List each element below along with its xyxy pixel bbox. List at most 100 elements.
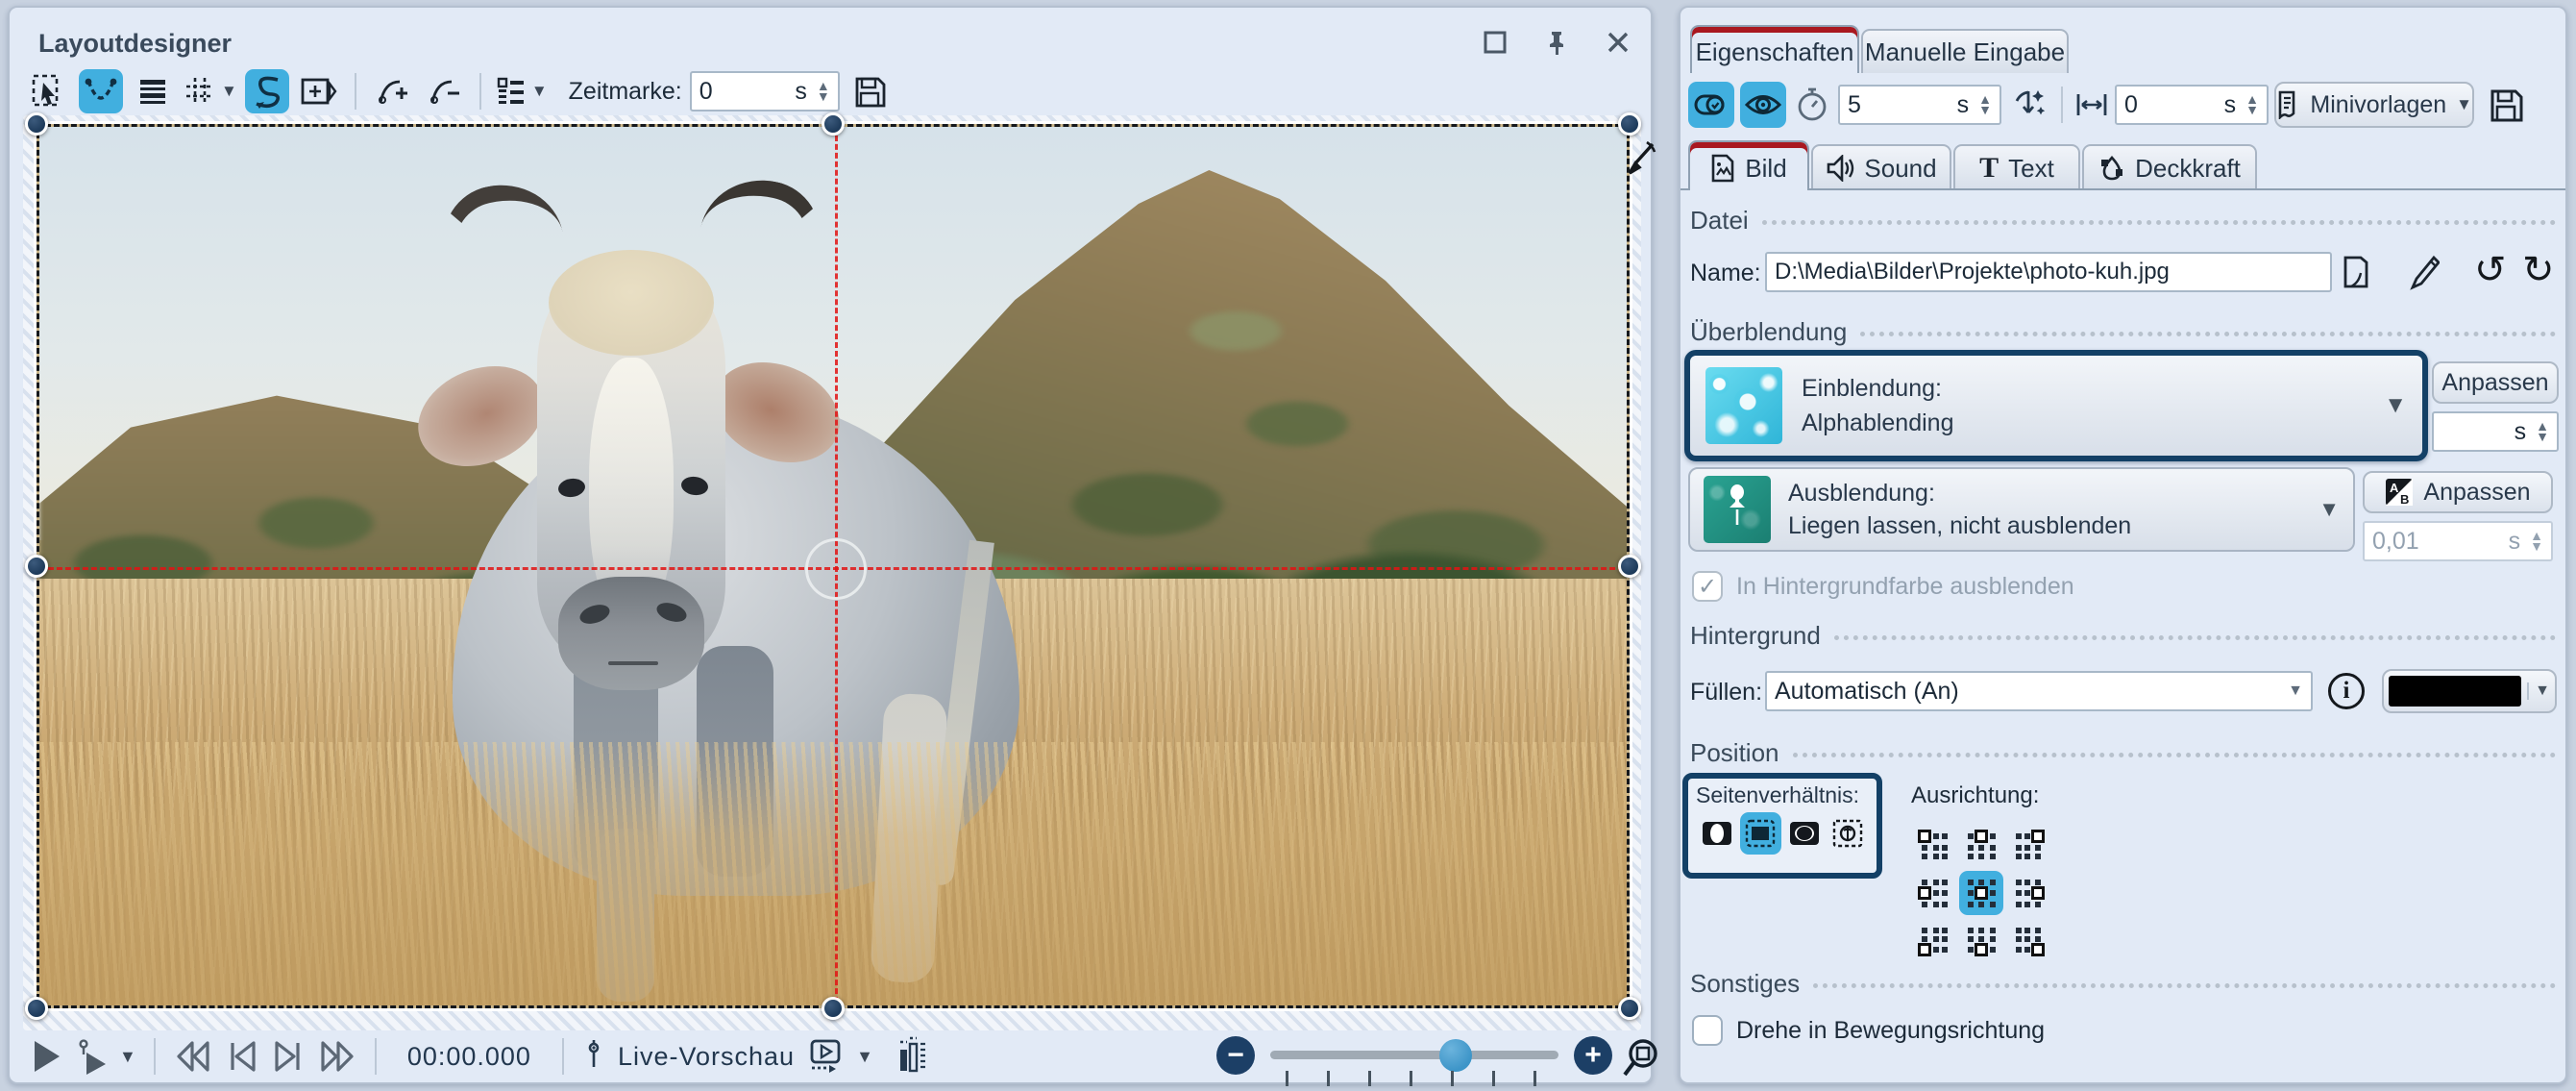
aspect-fill-button[interactable] xyxy=(1740,812,1782,855)
einblendung-duration-input[interactable]: s ▲▼ xyxy=(2432,411,2559,452)
preview-window-button[interactable] xyxy=(806,1037,845,1076)
zoom-in-button[interactable]: + xyxy=(1574,1036,1612,1075)
layers-button[interactable] xyxy=(131,69,175,113)
handle-top-right[interactable] xyxy=(1618,112,1641,136)
subtab-sound[interactable]: Sound xyxy=(1811,144,1951,190)
close-button[interactable] xyxy=(1601,25,1635,60)
subtab-text[interactable]: T Text xyxy=(1953,144,2080,190)
save-layout-button[interactable] xyxy=(847,69,892,113)
pin-button[interactable] xyxy=(1539,25,1574,60)
zeitmarke-spinner[interactable]: ▲▼ xyxy=(817,81,830,102)
handle-bottom-right[interactable] xyxy=(1618,997,1641,1020)
minivorlagen-button[interactable]: Minivorlagen ▼ xyxy=(2274,82,2474,128)
offset-spinner[interactable]: ▲▼ xyxy=(2245,94,2259,115)
s-curve-button[interactable] xyxy=(245,69,289,113)
fuellen-info-icon[interactable]: i xyxy=(2328,673,2365,709)
align-bottom-center-button[interactable] xyxy=(1959,919,2003,963)
tab-manuelle-eingabe[interactable]: Manuelle Eingabe xyxy=(1861,29,2069,73)
skip-end-button[interactable] xyxy=(317,1037,357,1076)
filename-input[interactable]: D:\Media\Bilder\Projekte\photo-kuh.jpg xyxy=(1765,252,2332,292)
select-tool-button[interactable] xyxy=(27,69,71,113)
save-properties-button[interactable] xyxy=(2488,87,2524,123)
subtab-deckkraft[interactable]: Deckkraft xyxy=(2082,144,2257,190)
aspect-stretch-button[interactable] xyxy=(1783,812,1826,855)
zoom-slider-track[interactable] xyxy=(1270,1051,1558,1059)
subtab-bild[interactable]: Bild xyxy=(1688,140,1809,190)
aspect-original-button[interactable] xyxy=(1828,812,1870,855)
ausblendung-dropdown[interactable]: Ausblendung: Liegen lassen, nicht ausble… xyxy=(1688,467,2355,552)
zeitmarke-input[interactable]: 0 s ▲▼ xyxy=(690,71,840,112)
add-curve-point-button[interactable] xyxy=(370,69,414,113)
aspect-fit-height-button[interactable] xyxy=(1696,812,1738,855)
object-list-button[interactable]: ▼ xyxy=(495,74,548,109)
rotate-cw-button[interactable]: ↻ xyxy=(2522,248,2555,292)
object-enabled-toggle[interactable] xyxy=(1688,82,1734,128)
preview-dropdown-caret[interactable]: ▼ xyxy=(856,1047,873,1067)
edit-image-button[interactable] xyxy=(2407,254,2440,290)
maximize-button[interactable] xyxy=(1478,25,1512,60)
align-center-button[interactable] xyxy=(1959,871,2003,915)
photo-object-cow[interactable] xyxy=(37,124,1630,1008)
handle-top-left[interactable] xyxy=(25,112,48,136)
grid-button[interactable]: ▼ xyxy=(183,74,237,109)
handle-bottom-left[interactable] xyxy=(25,997,48,1020)
levels-button[interactable] xyxy=(895,1036,927,1077)
remove-curve-point-button[interactable] xyxy=(422,69,466,113)
zoom-tick xyxy=(1327,1071,1330,1086)
handle-mid-left[interactable] xyxy=(25,555,48,578)
curve-mode-button[interactable] xyxy=(79,69,123,113)
ausblendung-anpassen-button[interactable]: AB Anpassen xyxy=(2363,471,2553,513)
background-color-swatch[interactable]: ▼ xyxy=(2382,669,2557,713)
fuellen-select[interactable]: Automatisch (An) ▼ xyxy=(1765,671,2313,711)
transform-frame-button[interactable] xyxy=(297,69,341,113)
align-bottom-left-button[interactable] xyxy=(1911,919,1955,963)
layout-canvas[interactable] xyxy=(23,115,1641,1030)
duration-spinner[interactable]: ▲▼ xyxy=(1978,94,1992,115)
align-top-right-button[interactable] xyxy=(2007,823,2051,867)
duration-input[interactable]: 5 s ▲▼ xyxy=(1838,85,2001,125)
play-dropdown-caret[interactable]: ▼ xyxy=(119,1047,136,1067)
live-preview-label[interactable]: Live-Vorschau xyxy=(618,1042,795,1072)
bg-fade-checkbox[interactable]: ✓ xyxy=(1692,571,1723,602)
handle-bottom-center[interactable] xyxy=(822,997,845,1020)
drehe-checkbox[interactable] xyxy=(1692,1015,1723,1046)
align-top-left-button[interactable] xyxy=(1911,823,1955,867)
align-middle-left-button[interactable] xyxy=(1911,871,1955,915)
section-ueberblendung: Überblendung xyxy=(1690,317,1847,347)
auto-duration-icon[interactable] xyxy=(2009,86,2048,124)
browse-file-button[interactable] xyxy=(2340,254,2372,290)
list-dropdown-caret[interactable]: ▼ xyxy=(531,82,548,101)
handle-top-center[interactable] xyxy=(822,112,845,136)
zoom-tick xyxy=(1286,1071,1288,1086)
zoom-fit-button[interactable] xyxy=(1620,1034,1662,1079)
play-button[interactable] xyxy=(29,1037,63,1076)
play-from-marker-button[interactable] xyxy=(75,1037,108,1076)
toolbar-separator xyxy=(355,73,356,110)
step-forward-button[interactable] xyxy=(271,1037,306,1076)
transport-separator xyxy=(154,1038,156,1075)
align-bottom-right-button[interactable] xyxy=(2007,919,2051,963)
align-middle-right-button[interactable] xyxy=(2007,871,2051,915)
zoom-out-button[interactable]: − xyxy=(1216,1036,1255,1075)
step-back-button[interactable] xyxy=(225,1037,259,1076)
align-top-center-button[interactable] xyxy=(1959,823,2003,867)
seitenverhaeltnis-group: Seitenverhältnis: xyxy=(1682,773,1882,879)
einblendung-anpassen-button[interactable]: Anpassen xyxy=(2432,361,2559,404)
swatch-caret[interactable]: ▼ xyxy=(2527,682,2550,700)
ausblendung-duration-spinner[interactable]: ▲▼ xyxy=(2530,531,2543,552)
handle-mid-right[interactable] xyxy=(1618,555,1641,578)
einblendung-dropdown[interactable]: Einblendung: Alphablending ▼ xyxy=(1684,350,2428,461)
einblendung-value: Alphablending xyxy=(1802,406,1953,440)
zoom-slider-thumb[interactable] xyxy=(1439,1039,1472,1072)
einblendung-duration-spinner[interactable]: ▲▼ xyxy=(2536,421,2549,442)
transport-separator xyxy=(562,1038,564,1075)
grid-dropdown-caret[interactable]: ▼ xyxy=(221,82,237,101)
ausblendung-duration-input[interactable]: 0,01 s ▲▼ xyxy=(2363,521,2553,561)
tab-eigenschaften[interactable]: Eigenschaften xyxy=(1690,25,1859,73)
skip-start-button[interactable] xyxy=(173,1037,213,1076)
rotate-ccw-button[interactable]: ↺ xyxy=(2474,248,2507,292)
subtab-label: Sound xyxy=(1864,154,1936,184)
visibility-toggle[interactable] xyxy=(1740,82,1786,128)
offset-input[interactable]: 0 s ▲▼ xyxy=(2115,85,2269,125)
rotation-center-ring[interactable] xyxy=(805,538,867,600)
